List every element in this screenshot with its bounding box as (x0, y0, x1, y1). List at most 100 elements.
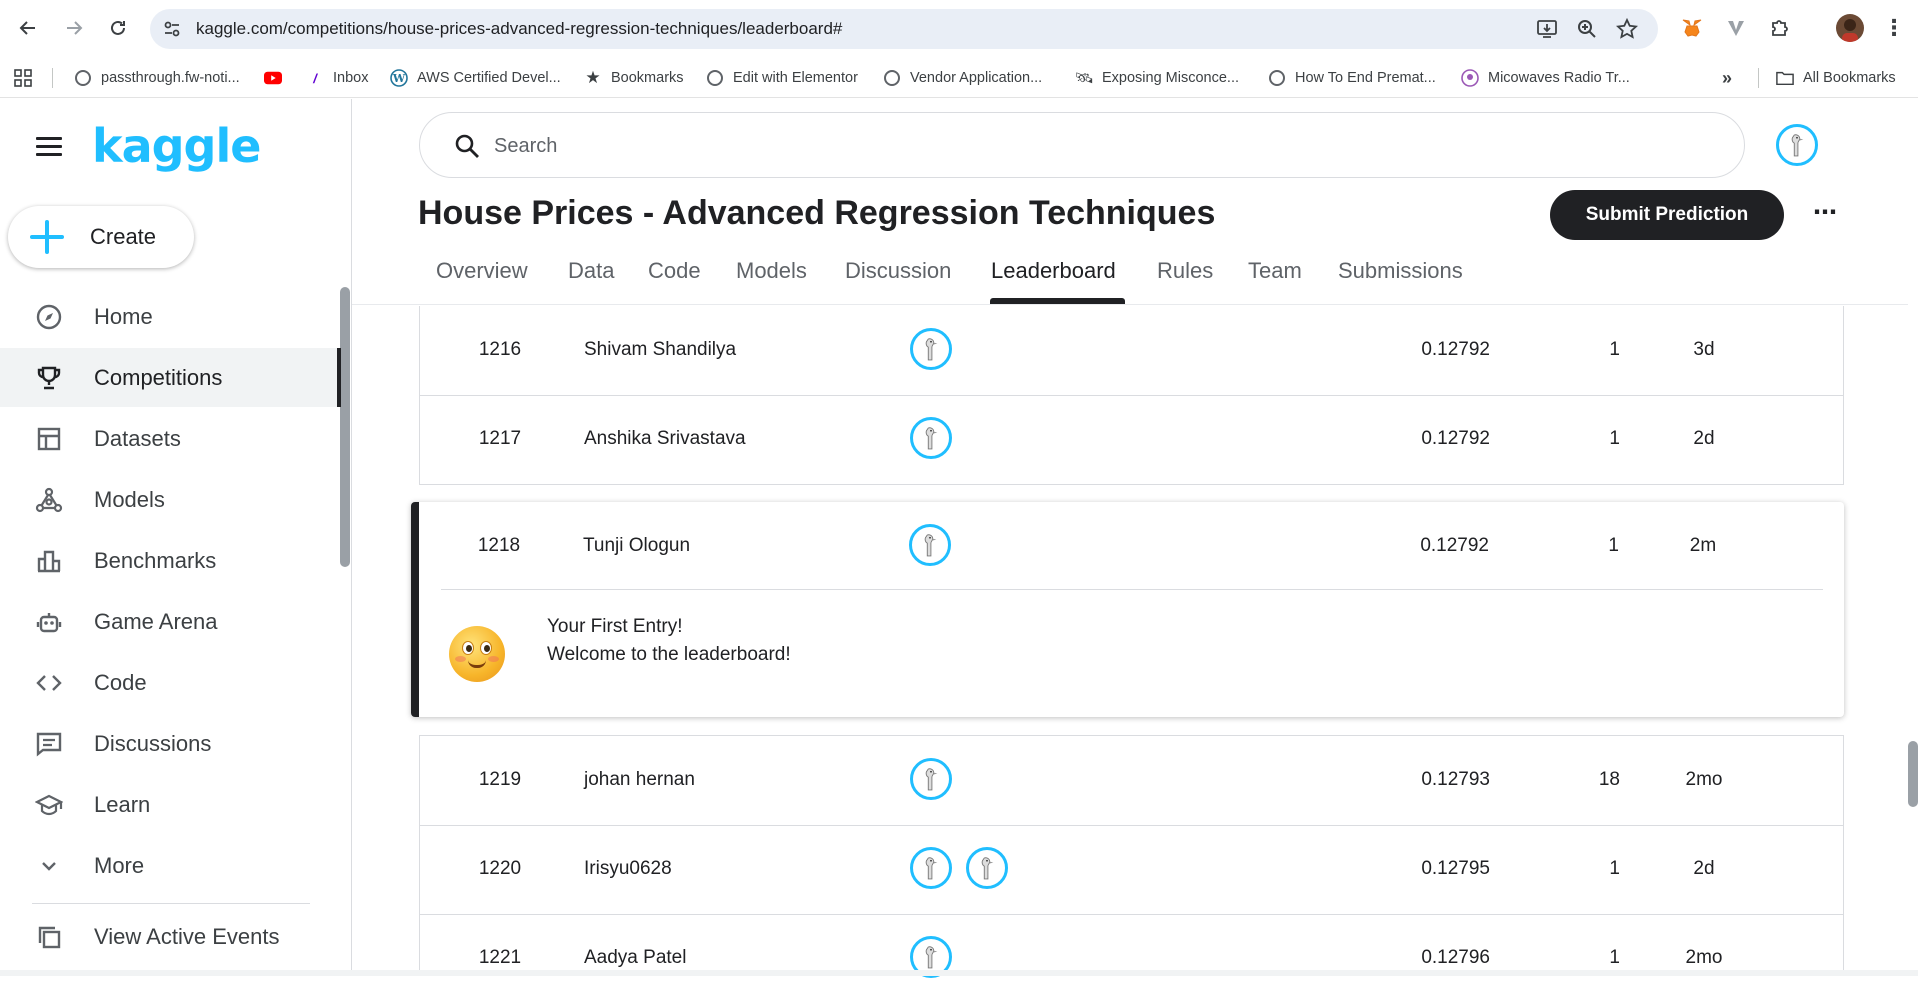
team-name[interactable]: Aadya Patel (584, 947, 686, 969)
team-name[interactable]: johan hernan (584, 769, 695, 791)
reload-icon[interactable] (104, 14, 132, 42)
tab-discussion[interactable]: Discussion (845, 258, 951, 284)
search-input[interactable] (494, 129, 1694, 163)
table-row[interactable]: 1219 johan hernan 0.12793 18 2mo (420, 736, 1843, 825)
sidebar-item-more[interactable]: More (0, 836, 343, 895)
table-row[interactable]: 1217 Anshika Srivastava 0.12792 1 2d (420, 395, 1843, 484)
table-row[interactable]: 1216 Shivam Shandilya 0.12792 1 3d (420, 306, 1843, 395)
table-icon (34, 424, 64, 454)
tab-models[interactable]: Models (736, 258, 807, 284)
member-avatar[interactable] (910, 847, 952, 889)
score: 0.12792 (1420, 535, 1489, 556)
bookmark-star-icon[interactable] (1615, 17, 1639, 40)
install-app-icon[interactable] (1536, 18, 1558, 40)
extensions-puzzle-icon[interactable] (1768, 16, 1792, 40)
profile-avatar-icon[interactable] (1836, 14, 1864, 42)
first-entry-message: Welcome to the leaderboard! (547, 644, 791, 665)
bookmark-item[interactable]: W AWS Certified Devel... (390, 66, 561, 90)
avatar-bird-icon (1791, 134, 1804, 157)
bookmark-item[interactable] (264, 66, 291, 90)
site-settings-icon[interactable] (162, 19, 182, 39)
browser-toolbar: kaggle.com/competitions/house-prices-adv… (0, 0, 1918, 58)
sidebar-item-game-arena[interactable]: Game Arena (0, 592, 343, 651)
apps-grid-icon[interactable] (14, 66, 32, 90)
menu-icon[interactable] (36, 137, 62, 157)
score: 0.12792 (1421, 428, 1490, 449)
extension-v-icon[interactable] (1724, 16, 1748, 40)
zoom-icon[interactable] (1576, 18, 1598, 40)
forward-arrow-icon[interactable] (60, 14, 88, 42)
bookmark-item[interactable]: / Inbox (306, 66, 368, 90)
team-name[interactable]: Shivam Shandilya (584, 339, 736, 361)
bookmark-item[interactable]: 🛰 Exposing Misconce... (1074, 66, 1239, 90)
tab-data[interactable]: Data (568, 258, 614, 284)
member-avatar[interactable] (910, 328, 952, 370)
rank: 1221 (478, 947, 522, 968)
bookmark-item[interactable]: How To End Premat... (1268, 66, 1436, 90)
kaggle-logo[interactable]: kaggle (92, 119, 261, 173)
sidebar-scrollbar[interactable] (340, 287, 350, 567)
page-scrollbar[interactable] (1908, 741, 1918, 807)
code-icon (34, 668, 64, 698)
search-icon (454, 133, 480, 159)
sidebar-item-code[interactable]: Code (0, 653, 343, 712)
score: 0.12793 (1421, 769, 1490, 790)
last-submission: 2d (1693, 858, 1715, 879)
avatar-bird-icon (925, 338, 938, 361)
sidebar-item-label: Code (94, 669, 147, 695)
sidebar-item-models[interactable]: Models (0, 470, 343, 529)
bookmarks-overflow-button[interactable]: » (1722, 66, 1732, 90)
sidebar-item-label: Game Arena (94, 608, 218, 634)
sidebar-item-datasets[interactable]: Datasets (0, 409, 343, 468)
search-bar[interactable] (419, 112, 1745, 178)
member-avatar[interactable] (966, 847, 1008, 889)
member-avatar[interactable] (910, 758, 952, 800)
star-icon: ★ (585, 68, 601, 87)
last-submission: 2mo (1685, 769, 1723, 790)
view-active-events-button[interactable]: View Active Events (0, 907, 343, 966)
team-name[interactable]: Tunji Ologun (583, 535, 690, 557)
bookmark-label: Edit with Elementor (733, 70, 858, 86)
bookmark-item[interactable]: passthrough.fw-noti... (74, 66, 240, 90)
sidebar-item-label: Models (94, 486, 165, 512)
sidebar-item-discussions[interactable]: Discussions (0, 714, 343, 773)
team-name[interactable]: Anshika Srivastava (584, 428, 746, 450)
tab-team[interactable]: Team (1248, 258, 1302, 284)
sidebar-item-home[interactable]: Home (0, 287, 343, 346)
avatar-bird-icon (925, 946, 938, 969)
submit-prediction-button[interactable]: Submit Prediction (1550, 190, 1784, 240)
tab-submissions[interactable]: Submissions (1338, 258, 1463, 284)
user-avatar[interactable] (1776, 124, 1818, 166)
bookmark-item[interactable]: Vendor Application... (883, 66, 1042, 90)
table-row[interactable]: 1221 Aadya Patel 0.12796 1 2mo (420, 914, 1843, 1003)
chrome-menu-icon[interactable]: ⋮ (1882, 16, 1906, 40)
bookmark-item[interactable]: Micowaves Radio Tr... (1461, 66, 1630, 90)
table-row[interactable]: 1220 Irisyu0628 0.12795 1 2d (420, 825, 1843, 914)
bookmark-item[interactable]: Edit with Elementor (706, 66, 858, 90)
tab-rules[interactable]: Rules (1157, 258, 1213, 284)
tab-leaderboard[interactable]: Leaderboard (991, 258, 1116, 284)
more-options-button[interactable]: ⋯ (1810, 198, 1840, 228)
table-row-highlighted[interactable]: 1218 Tunji Ologun 0.12792 1 2m (419, 502, 1844, 591)
sidebar-item-competitions[interactable]: Competitions (0, 348, 343, 407)
back-arrow-icon[interactable] (14, 14, 42, 42)
bookmark-item[interactable]: ★ Bookmarks (584, 66, 683, 90)
sidebar-item-label: More (94, 852, 145, 878)
rank: 1219 (478, 769, 522, 790)
satellite-icon: 🛰 (1074, 70, 1094, 87)
sidebar-item-label: Benchmarks (94, 547, 217, 573)
tab-overview[interactable]: Overview (436, 258, 528, 284)
member-avatar[interactable] (909, 524, 951, 566)
tab-code[interactable]: Code (648, 258, 701, 284)
metamask-icon[interactable] (1680, 16, 1704, 40)
member-avatar[interactable] (910, 417, 952, 459)
sidebar-item-benchmarks[interactable]: Benchmarks (0, 531, 343, 590)
wordpress-icon: W (390, 69, 408, 87)
globe-icon (74, 69, 92, 87)
folder-icon (1776, 69, 1794, 87)
create-button[interactable]: Create (8, 206, 194, 268)
address-bar[interactable]: kaggle.com/competitions/house-prices-adv… (150, 9, 1658, 49)
sidebar-item-learn[interactable]: Learn (0, 775, 343, 834)
all-bookmarks-button[interactable]: All Bookmarks (1776, 66, 1896, 90)
team-name[interactable]: Irisyu0628 (584, 858, 672, 880)
